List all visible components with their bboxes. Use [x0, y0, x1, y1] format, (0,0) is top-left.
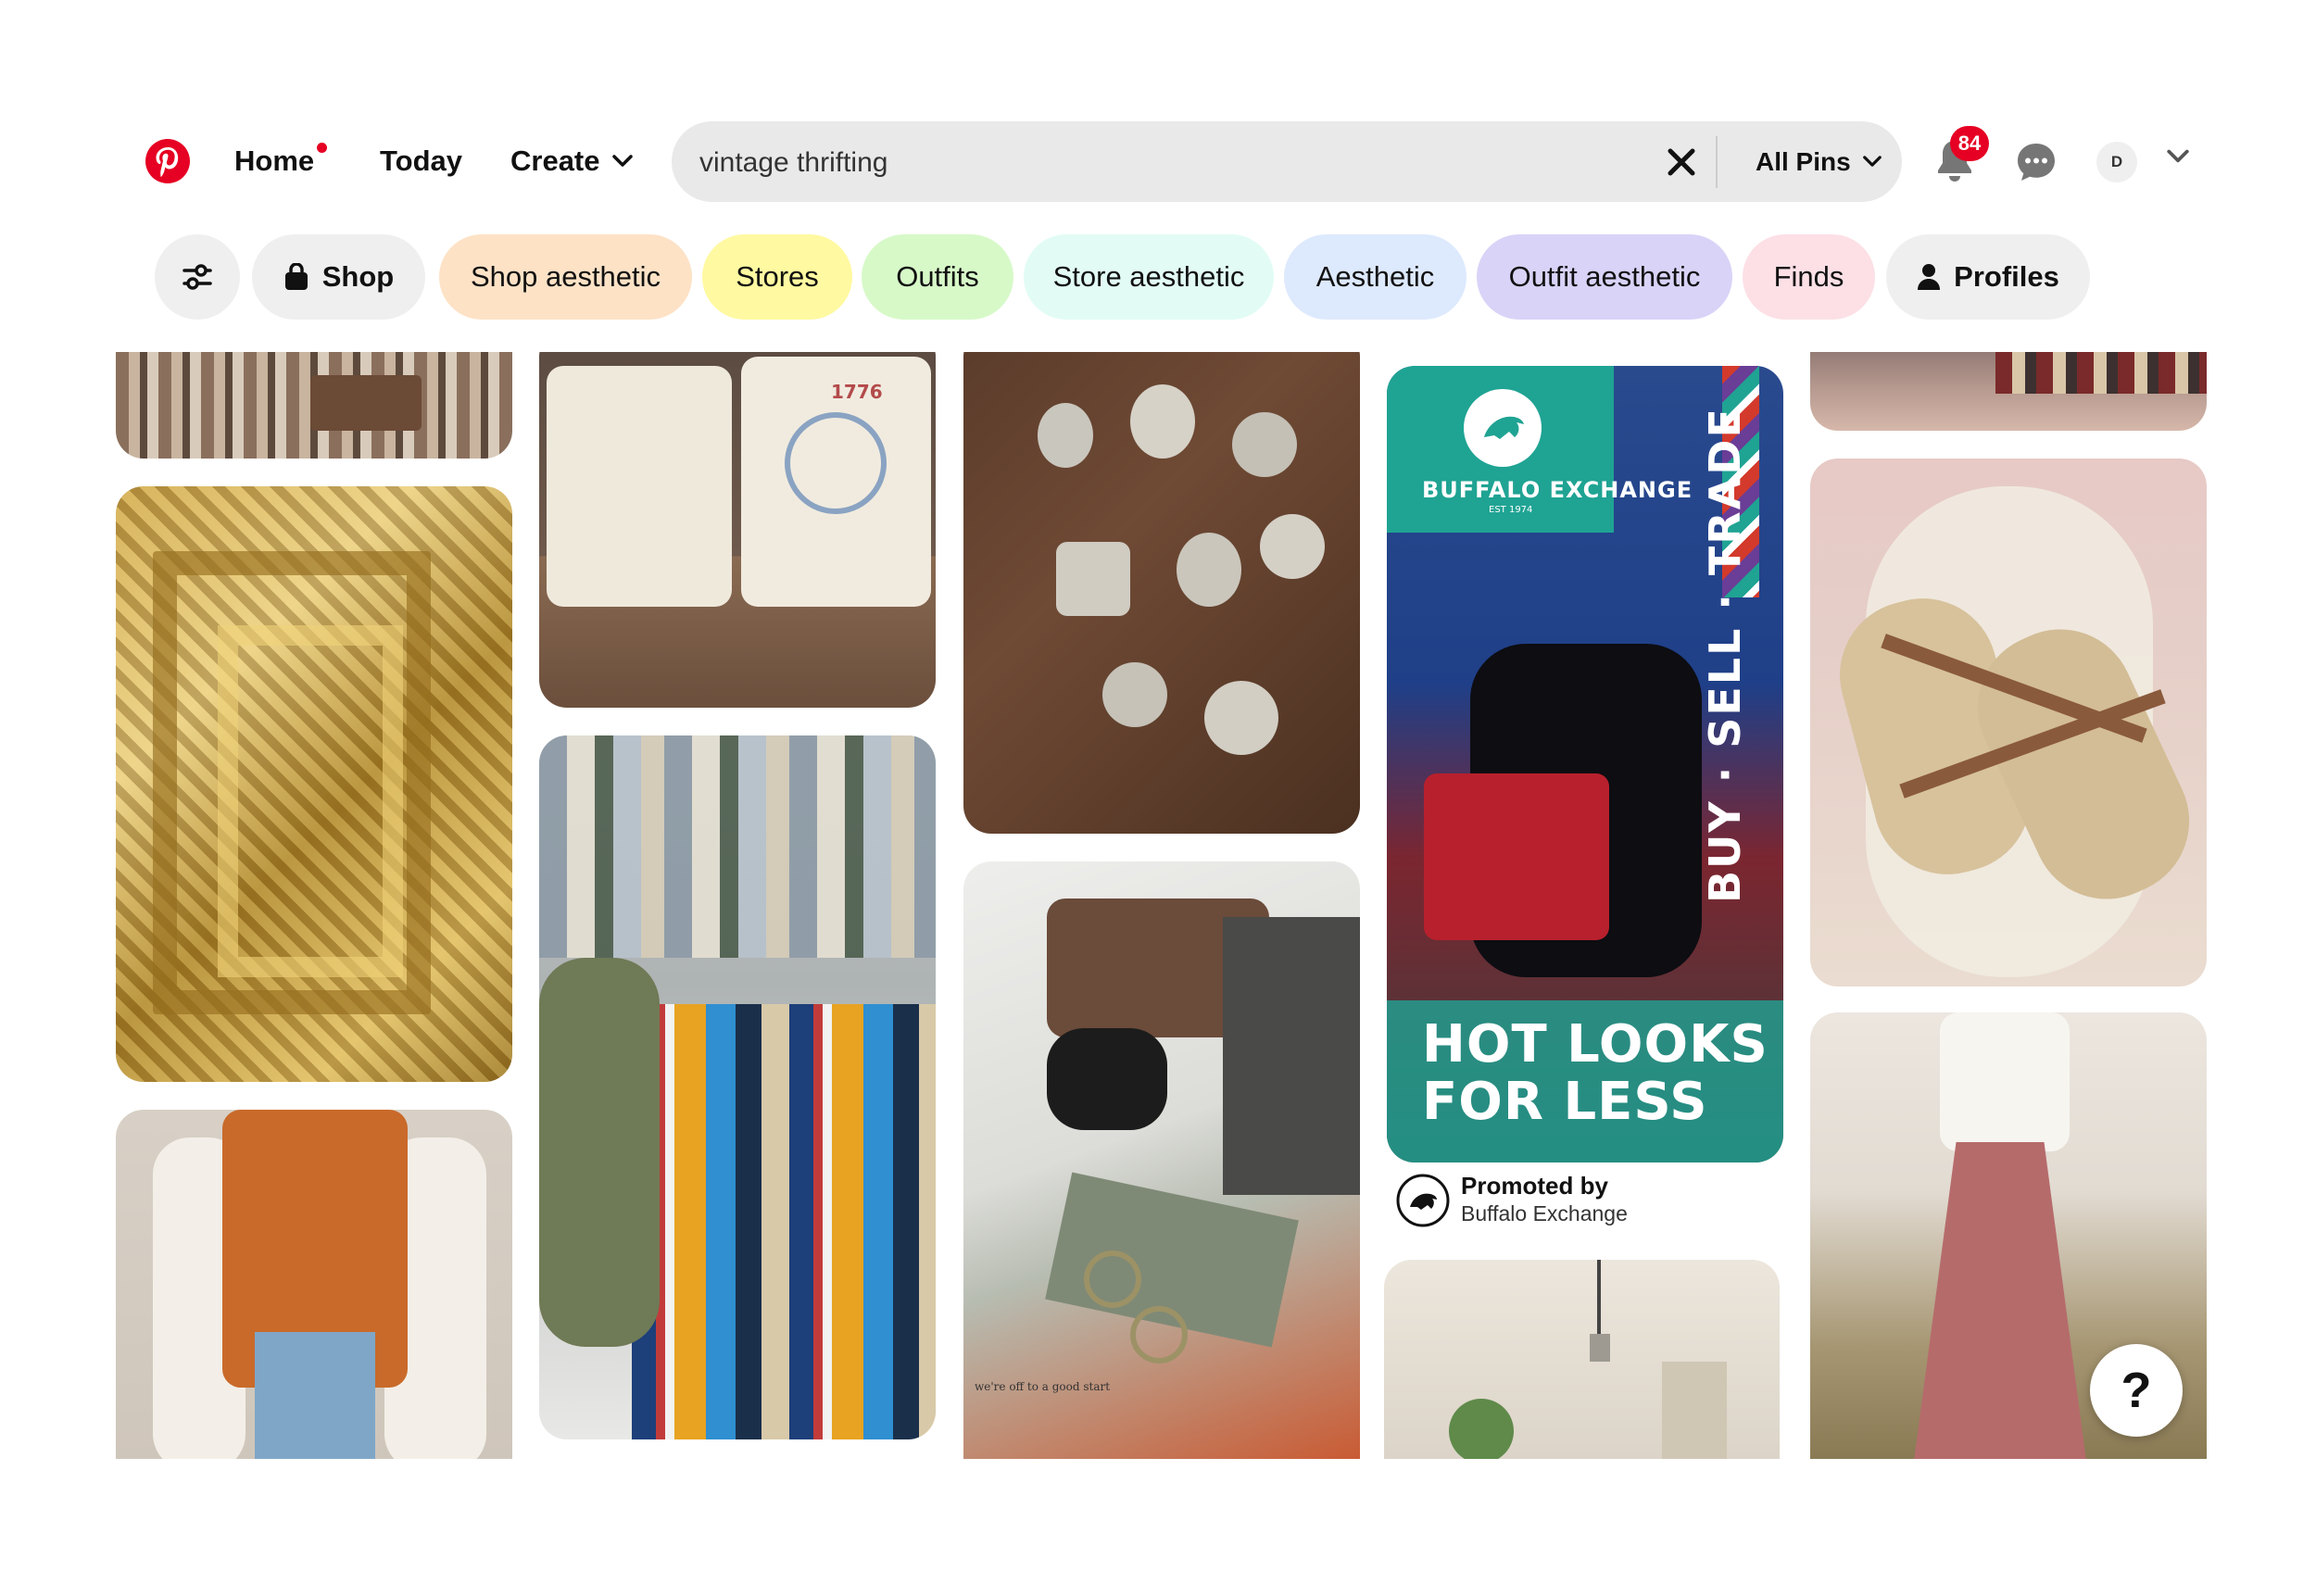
filter-chip-label: Aesthetic: [1315, 260, 1435, 293]
filter-chip-stores[interactable]: Stores: [702, 234, 852, 320]
avatar[interactable]: D: [2096, 142, 2137, 182]
person-icon: [1918, 264, 1941, 290]
nav-today[interactable]: Today: [380, 137, 462, 185]
filter-chip-profiles-label: Profiles: [1954, 260, 2059, 293]
chevron-down-icon: [611, 155, 633, 167]
filter-settings-button[interactable]: [155, 234, 240, 320]
search-scope-label: All Pins: [1756, 146, 1851, 176]
pin-plant-room[interactable]: [1384, 1260, 1780, 1459]
filter-chip-label: Outfits: [896, 260, 979, 293]
pinterest-logo-icon[interactable]: [145, 139, 190, 183]
shopping-bag-icon: [284, 263, 308, 290]
filter-chip-shop-label: Shop: [321, 260, 395, 293]
pin-embroidered-jackets[interactable]: 1776: [539, 347, 936, 708]
filter-chip-label: Store aesthetic: [1052, 260, 1245, 293]
unread-dot: [317, 143, 328, 153]
messages-icon[interactable]: [2015, 141, 2058, 183]
jacket-year-text: 1776: [831, 381, 883, 403]
promoted-pin-buffalo-exchange[interactable]: BUFFALO EXCHANGE EST 1974 BUY · SELL · T…: [1387, 366, 1783, 1162]
filter-chip-outfits[interactable]: Outfits: [862, 234, 1013, 320]
filter-chip-label: Stores: [736, 260, 819, 293]
promoted-advertiser-link[interactable]: Buffalo Exchange: [1461, 1201, 1628, 1226]
promo-brand-tag: EST 1974: [1489, 505, 1533, 515]
pin-grid: 1776 we're off to a good start BUFFALO E…: [0, 347, 2316, 1459]
pin-flatlay-outfit[interactable]: we're off to a good start: [963, 861, 1360, 1459]
nav-home-label: Home: [234, 145, 315, 177]
filter-chip-profiles[interactable]: Profiles: [1886, 234, 2090, 320]
pin-leather-sandals[interactable]: [1810, 459, 2207, 987]
filter-chip-aesthetic[interactable]: Aesthetic: [1284, 234, 1466, 320]
nav-home[interactable]: Home: [234, 137, 328, 185]
search-divider: [1716, 136, 1718, 188]
pin-thrift-store-racks[interactable]: [116, 347, 512, 459]
promo-headline-line1: HOT LOOKS: [1422, 1014, 1768, 1074]
top-header: Home Today Create All Pins 84 D: [0, 0, 2316, 352]
notification-count-badge: 84: [1950, 126, 1989, 161]
promo-brand-text: BUFFALO EXCHANGE: [1422, 477, 1693, 503]
promo-vertical-text: BUY · SELL · TRADE: [1700, 407, 1750, 903]
nav-create-label: Create: [510, 145, 600, 177]
search-input[interactable]: [698, 121, 1628, 204]
sliders-icon: [183, 264, 212, 290]
search-scope-dropdown[interactable]: All Pins: [1756, 121, 1882, 202]
filter-chip-label: Shop aesthetic: [470, 260, 661, 293]
account-chevron-down-icon[interactable]: [2166, 148, 2190, 165]
filter-chip-store-aesthetic[interactable]: Store aesthetic: [1024, 234, 1274, 320]
pin-suede-vest-outfit[interactable]: [116, 1110, 512, 1459]
nav-today-label: Today: [380, 145, 462, 177]
promo-headline-line2: FOR LESS: [1422, 1072, 1708, 1132]
filter-chip-finds[interactable]: Finds: [1743, 234, 1875, 320]
filter-chip-outfit-aesthetic[interactable]: Outfit aesthetic: [1477, 234, 1732, 320]
buffalo-exchange-logo-icon: [1464, 389, 1542, 467]
filter-chip-shop-aesthetic[interactable]: Shop aesthetic: [439, 234, 692, 320]
filter-chip-shop[interactable]: Shop: [252, 234, 425, 320]
filter-chip-label: Outfit aesthetic: [1508, 260, 1701, 293]
buffalo-exchange-avatar-icon[interactable]: [1396, 1174, 1450, 1227]
pin-silver-ornaments[interactable]: [963, 347, 1360, 834]
pin-caption-text: we're off to a good start: [975, 1380, 1111, 1393]
pin-store-floor[interactable]: [1810, 347, 2207, 431]
chevron-down-icon: [1862, 156, 1882, 167]
filter-chip-label: Finds: [1773, 260, 1844, 293]
clear-search-icon[interactable]: [1663, 144, 1700, 181]
nav-create[interactable]: Create: [510, 137, 634, 185]
pin-gold-frames[interactable]: [116, 486, 512, 1082]
promoted-by-label: Promoted by: [1461, 1172, 1608, 1200]
help-button[interactable]: ?: [2090, 1344, 2183, 1437]
pin-clothing-racks[interactable]: [539, 735, 936, 1439]
search-bar: All Pins: [672, 121, 1902, 204]
